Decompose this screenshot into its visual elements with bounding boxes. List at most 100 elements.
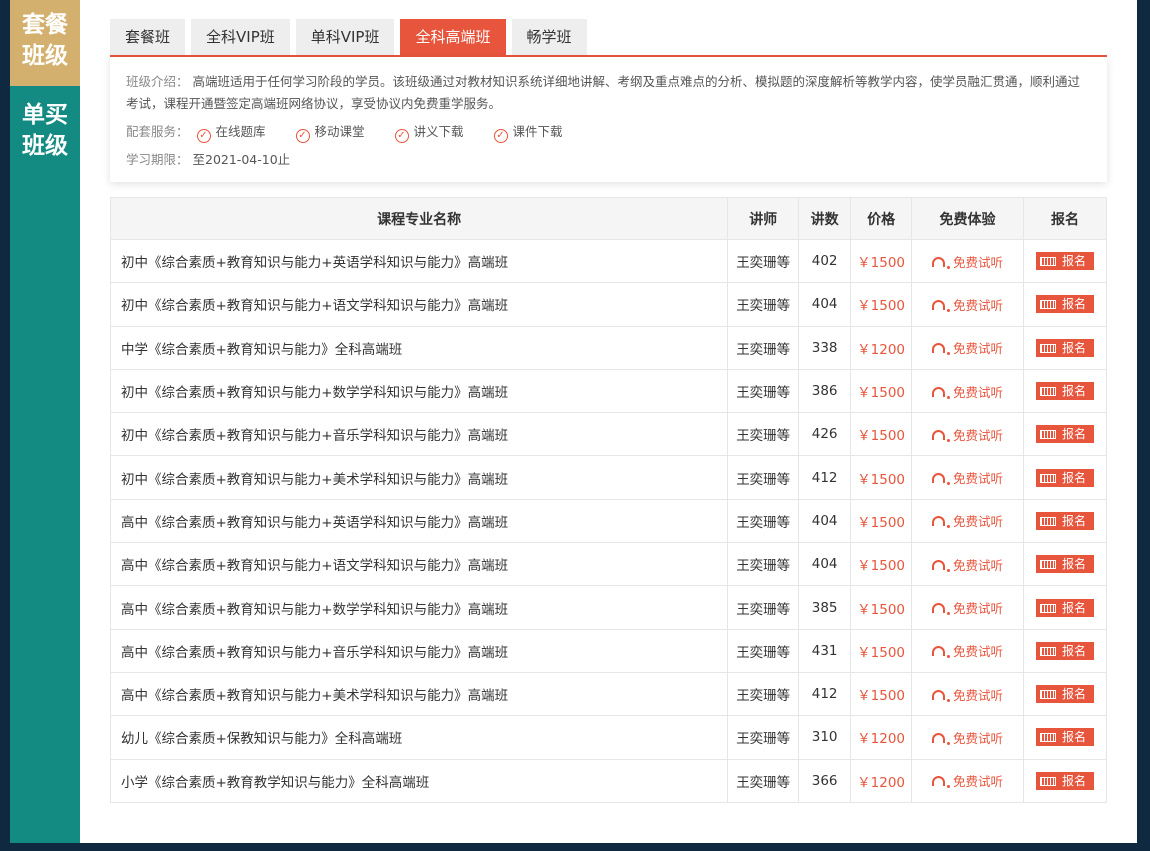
free-trial-button[interactable]: 免费试听 — [932, 644, 1003, 659]
free-trial-button[interactable]: 免费试听 — [932, 255, 1003, 270]
enroll-button[interactable]: 报名 — [1036, 598, 1095, 617]
table-row: 初中《综合素质+教育知识与能力+音乐学科知识与能力》高端班 王奕珊等 426 ￥150… — [109, 412, 1107, 457]
table-row: 初中《综合素质+教育知识与能力+英语学科知识与能力》高端班 王奕珊等 402 ￥150… — [109, 238, 1107, 284]
service-item: ✓ 讲义下载 — [391, 121, 464, 143]
service-label: 讲义下载 — [413, 124, 464, 139]
period-label: 学习期限： — [126, 152, 189, 167]
free-trial-label: 免费试听 — [953, 774, 1004, 790]
headphones-icon — [932, 386, 951, 399]
sidebar-item-package-class[interactable]: 套餐 班级 — [10, 0, 80, 86]
course-name[interactable]: 初中《综合素质+教育知识与能力+美术学科知识与能力》高端班 — [109, 455, 729, 500]
free-trial-button[interactable]: 免费试听 — [932, 341, 1003, 356]
table-row: 高中《综合素质+教育知识与能力+英语学科知识与能力》高端班 王奕珊等 404 ￥150… — [109, 498, 1107, 544]
course-name[interactable]: 初中《综合素质+教育知识与能力+音乐学科知识与能力》高端班 — [109, 412, 729, 457]
tab-all-subject-premium[interactable]: 全科高端班 — [400, 19, 506, 55]
free-trial-button[interactable]: 免费试听 — [932, 298, 1003, 313]
course-name[interactable]: 高中《综合素质+教育知识与能力+语文学科知识与能力》高端班 — [109, 542, 729, 587]
table-header-row: 课程专业名称 讲师 讲数 价格 免费体验 报名 — [109, 197, 1107, 240]
period-value: 至2021-04-10止 — [192, 152, 291, 167]
tab-all-subject-vip[interactable]: 全科VIP班 — [191, 19, 290, 55]
service-label: 移动课堂 — [314, 124, 365, 139]
enroll-button[interactable]: 报名 — [1036, 511, 1095, 530]
lesson-count: 310 — [798, 715, 852, 760]
enroll-label: 报名 — [1062, 557, 1087, 572]
service-label: 课件下载 — [512, 124, 563, 139]
free-trial-button[interactable]: 免费试听 — [932, 471, 1003, 486]
lesson-count: 338 — [798, 325, 852, 370]
enroll-button[interactable]: 报名 — [1036, 252, 1095, 271]
enroll-button[interactable]: 报名 — [1036, 685, 1095, 704]
headphones-icon — [932, 732, 951, 745]
table-row: 高中《综合素质+教育知识与能力+音乐学科知识与能力》高端班 王奕珊等 431 ￥150… — [109, 628, 1107, 673]
headphones-icon — [932, 299, 951, 312]
lesson-count: 404 — [798, 282, 852, 327]
cart-icon — [1040, 430, 1056, 440]
headphones-icon — [932, 516, 951, 529]
check-icon: ✓ — [493, 129, 508, 143]
price: ￥1500 — [850, 585, 913, 630]
headphones-icon — [932, 603, 951, 616]
class-intro: 班级介绍： 高端班适用于任何学习阶段的学员。该班级通过对教材知识系统详细地讲解、… — [126, 71, 1091, 115]
service-item: ✓ 移动课堂 — [292, 121, 365, 143]
course-name[interactable]: 初中《综合素质+教育知识与能力+数学学科知识与能力》高端班 — [109, 368, 729, 414]
tab-single-subject-vip[interactable]: 单科VIP班 — [295, 19, 395, 55]
enroll-button[interactable]: 报名 — [1036, 641, 1095, 660]
header-free-trial: 免费体验 — [911, 197, 1025, 240]
course-name[interactable]: 高中《综合素质+教育知识与能力+音乐学科知识与能力》高端班 — [109, 628, 729, 673]
check-icon: ✓ — [394, 129, 409, 143]
course-name[interactable]: 中学《综合素质+教育知识与能力》全科高端班 — [109, 325, 729, 370]
course-name[interactable]: 高中《综合素质+教育知识与能力+英语学科知识与能力》高端班 — [109, 498, 729, 544]
course-name[interactable]: 初中《综合素质+教育知识与能力+语文学科知识与能力》高端班 — [109, 282, 729, 327]
enroll-label: 报名 — [1062, 513, 1087, 528]
free-trial-label: 免费试听 — [953, 687, 1004, 703]
lesson-count: 404 — [798, 542, 852, 587]
free-trial-label: 免费试听 — [953, 601, 1004, 617]
course-name[interactable]: 高中《综合素质+教育知识与能力+美术学科知识与能力》高端班 — [109, 671, 729, 717]
check-icon: ✓ — [295, 129, 310, 143]
teacher: 王奕珊等 — [727, 412, 800, 457]
course-name[interactable]: 幼儿《综合素质+保教知识与能力》全科高端班 — [109, 715, 729, 760]
tab-package[interactable]: 套餐班 — [110, 19, 186, 55]
teacher: 王奕珊等 — [727, 542, 800, 587]
table-row: 初中《综合素质+教育知识与能力+数学学科知识与能力》高端班 王奕珊等 386 ￥150… — [109, 368, 1107, 414]
lesson-count: 426 — [798, 412, 852, 457]
sidebar-item-single-class[interactable]: 单买 班级 — [10, 86, 80, 172]
course-name[interactable]: 高中《综合素质+教育知识与能力+数学学科知识与能力》高端班 — [109, 585, 729, 630]
course-name[interactable]: 初中《综合素质+教育知识与能力+英语学科知识与能力》高端班 — [109, 238, 729, 284]
enroll-button[interactable]: 报名 — [1036, 382, 1095, 401]
enroll-button[interactable]: 报名 — [1036, 771, 1095, 790]
course-name[interactable]: 小学《综合素质+教育教学知识与能力》全科高端班 — [109, 758, 729, 803]
free-trial-label: 免费试听 — [953, 644, 1004, 660]
teacher: 王奕珊等 — [727, 715, 800, 760]
free-trial-button[interactable]: 免费试听 — [932, 688, 1003, 703]
enroll-button[interactable]: 报名 — [1036, 728, 1095, 747]
free-trial-button[interactable]: 免费试听 — [932, 731, 1003, 746]
main-panel: 套餐班 全科VIP班 单科VIP班 全科高端班 畅学班 班级介绍： 高端班适用于… — [80, 0, 1137, 843]
tab-unlimited[interactable]: 畅学班 — [511, 19, 587, 55]
free-trial-label: 免费试听 — [953, 514, 1004, 530]
free-trial-label: 免费试听 — [953, 427, 1004, 443]
sidebar: 套餐 班级 单买 班级 — [10, 0, 80, 843]
cart-icon — [1040, 516, 1056, 526]
headphones-icon — [932, 559, 951, 572]
free-trial-button[interactable]: 免费试听 — [932, 774, 1003, 789]
free-trial-label: 免费试听 — [953, 297, 1004, 313]
free-trial-button[interactable]: 免费试听 — [932, 601, 1003, 616]
enroll-button[interactable]: 报名 — [1036, 295, 1095, 314]
free-trial-button[interactable]: 免费试听 — [932, 514, 1003, 529]
header-lessons: 讲数 — [798, 197, 852, 240]
teacher: 王奕珊等 — [727, 628, 800, 673]
header-teacher: 讲师 — [727, 197, 800, 240]
enroll-button[interactable]: 报名 — [1036, 338, 1095, 357]
free-trial-button[interactable]: 免费试听 — [932, 385, 1003, 400]
enroll-label: 报名 — [1062, 730, 1087, 745]
free-trial-button[interactable]: 免费试听 — [932, 428, 1003, 443]
enroll-label: 报名 — [1062, 643, 1087, 658]
enroll-button[interactable]: 报名 — [1036, 425, 1095, 444]
enroll-button[interactable]: 报名 — [1036, 555, 1095, 574]
sidebar-item-label: 单买 — [22, 102, 68, 128]
headphones-icon — [932, 689, 951, 702]
free-trial-button[interactable]: 免费试听 — [932, 558, 1003, 573]
enroll-button[interactable]: 报名 — [1036, 468, 1095, 487]
table-row: 高中《综合素质+教育知识与能力+数学学科知识与能力》高端班 王奕珊等 385 ￥150… — [109, 585, 1107, 630]
